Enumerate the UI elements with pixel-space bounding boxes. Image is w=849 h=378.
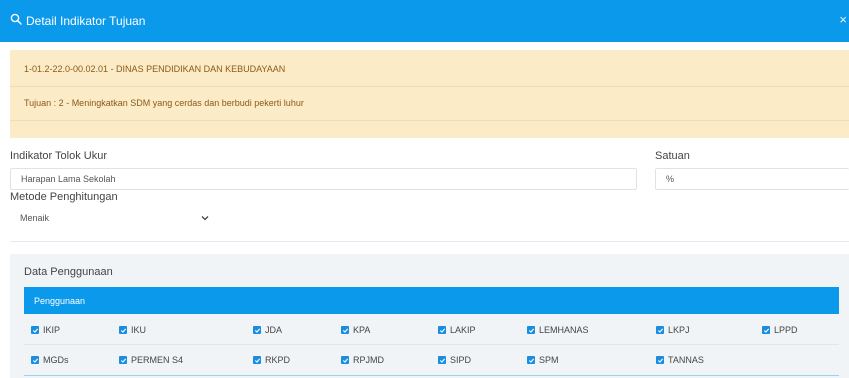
- satuan-field[interactable]: %: [655, 168, 849, 190]
- checkbox-checked-icon: [341, 326, 349, 334]
- checkbox-checked-icon: [31, 326, 39, 334]
- info-panel: 1-01.2-22.0-00.02.01 - DINAS PENDIDIKAN …: [10, 50, 849, 138]
- checkbox-tannas[interactable]: TANNAS: [656, 355, 704, 365]
- checkbox-label: RPJMD: [353, 355, 384, 365]
- checkbox-label: PERMEN S4: [131, 355, 184, 365]
- checkbox-label: JDA: [265, 325, 283, 335]
- checkbox-kpa[interactable]: KPA: [341, 325, 370, 335]
- checkbox-permen-s4[interactable]: PERMEN S4: [119, 355, 183, 365]
- info-divider: [10, 86, 849, 87]
- checkbox-label: SIPD: [450, 355, 472, 365]
- search-icon: [10, 13, 22, 28]
- checkbox-lakip[interactable]: LAKIP: [438, 325, 476, 335]
- modal-title: Detail Indikator Tujuan: [26, 13, 146, 28]
- metode-label: Metode Penghitungan: [10, 191, 118, 203]
- row-divider: [24, 344, 839, 345]
- checkbox-checked-icon: [656, 356, 664, 364]
- checkbox-spm[interactable]: SPM: [527, 355, 559, 365]
- tujuan-text: Tujuan : 2 - Meningkatkan SDM yang cerda…: [24, 98, 304, 108]
- satuan-label: Satuan: [655, 150, 690, 162]
- checkbox-label: MGDs: [43, 355, 69, 365]
- modal-title-wrap: Detail Indikator Tujuan: [10, 13, 145, 28]
- checkbox-label: RKPD: [265, 355, 291, 365]
- usage-title: Data Penggunaan: [24, 266, 113, 278]
- row-divider: [24, 375, 839, 376]
- checkbox-checked-icon: [527, 326, 535, 334]
- checkbox-label: LAKIP: [450, 325, 476, 335]
- checkbox-ikip[interactable]: IKIP: [31, 325, 60, 335]
- checkbox-lkpj[interactable]: LKPJ: [656, 325, 690, 335]
- checkbox-checked-icon: [438, 326, 446, 334]
- checkbox-iku[interactable]: IKU: [119, 325, 146, 335]
- close-button[interactable]: ×: [839, 12, 847, 27]
- chevron-down-icon: [200, 213, 210, 223]
- checkbox-label: LKPJ: [668, 325, 690, 335]
- info-divider: [10, 120, 849, 121]
- checkbox-checked-icon: [341, 356, 349, 364]
- checkbox-checked-icon: [253, 356, 261, 364]
- checkbox-checked-icon: [527, 356, 535, 364]
- checkbox-mgds[interactable]: MGDs: [31, 355, 69, 365]
- checkbox-label: LEMHANAS: [539, 325, 589, 335]
- usage-header-bar: Penggunaan: [24, 287, 839, 314]
- unit-text: 1-01.2-22.0-00.02.01 - DINAS PENDIDIKAN …: [24, 64, 286, 74]
- checkbox-checked-icon: [438, 356, 446, 364]
- usage-header-label: Penggunaan: [34, 295, 86, 306]
- metode-select[interactable]: Menaik: [10, 207, 218, 229]
- checkbox-lemhanas[interactable]: LEMHANAS: [527, 325, 589, 335]
- checkbox-lppd[interactable]: LPPD: [762, 325, 798, 335]
- checkbox-label: IKU: [131, 325, 147, 335]
- checkbox-jda[interactable]: JDA: [253, 325, 282, 335]
- modal-header: Detail Indikator Tujuan ×: [0, 0, 849, 42]
- checkbox-label: KPA: [353, 325, 371, 335]
- usage-section: Data Penggunaan Penggunaan IKIP IKU JDA …: [10, 254, 849, 378]
- indikator-label: Indikator Tolok Ukur: [10, 150, 108, 162]
- indikator-field[interactable]: Harapan Lama Sekolah: [10, 168, 637, 190]
- metode-value: Menaik: [20, 213, 50, 223]
- section-divider: [10, 241, 849, 242]
- checkbox-label: SPM: [539, 355, 559, 365]
- checkbox-rpjmd[interactable]: RPJMD: [341, 355, 384, 365]
- checkbox-checked-icon: [119, 326, 127, 334]
- checkbox-sipd[interactable]: SIPD: [438, 355, 471, 365]
- checkbox-label: IKIP: [43, 325, 61, 335]
- checkbox-checked-icon: [762, 326, 770, 334]
- checkbox-checked-icon: [253, 326, 261, 334]
- checkbox-label: LPPD: [774, 325, 798, 335]
- checkbox-checked-icon: [31, 356, 39, 364]
- checkbox-rkpd[interactable]: RKPD: [253, 355, 290, 365]
- checkbox-checked-icon: [656, 326, 664, 334]
- checkbox-checked-icon: [119, 356, 127, 364]
- checkbox-label: TANNAS: [668, 355, 704, 365]
